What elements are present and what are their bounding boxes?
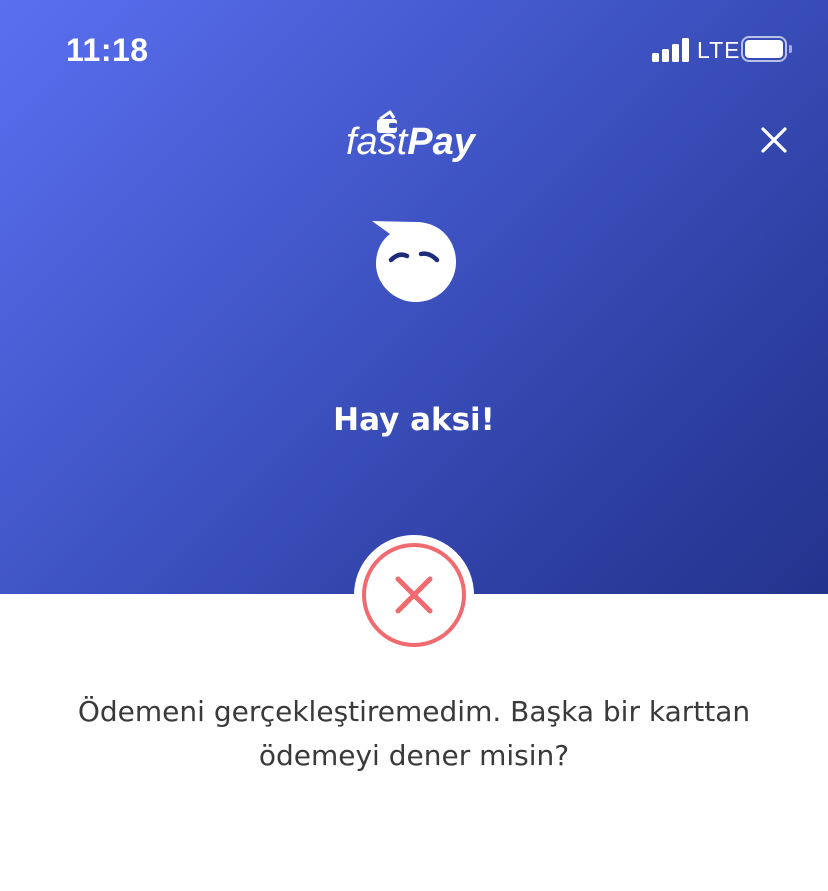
logo-text-pay: Pay <box>407 121 475 163</box>
error-message-line-1: Ödemeni gerçekleştiremedim. Başka bir ka… <box>77 695 751 728</box>
logo-text-fast: fast <box>346 121 408 163</box>
error-headline: Hay aksi! <box>333 402 495 438</box>
fastpay-logo: fastPay <box>346 110 486 170</box>
hero-banner: 11:18 LTE fastPay Hay aksi! <box>0 0 828 594</box>
network-type: LTE <box>697 37 741 63</box>
close-button[interactable] <box>754 120 794 160</box>
error-badge <box>354 535 474 655</box>
error-x-icon <box>395 576 433 614</box>
error-message-line-2: ödemeyi dener misin? <box>258 739 570 772</box>
close-icon <box>761 127 787 153</box>
status-time: 11:18 <box>66 32 149 68</box>
error-message: Ödemeni gerçekleştiremedim. Başka bir ka… <box>30 690 798 778</box>
battery-icon <box>741 36 792 62</box>
sad-speech-bubble-icon <box>372 221 456 302</box>
payment-error-screen: 11:18 LTE fastPay Hay aksi! Ödemeni gerç… <box>0 0 828 891</box>
signal-strength-icon <box>652 38 690 62</box>
